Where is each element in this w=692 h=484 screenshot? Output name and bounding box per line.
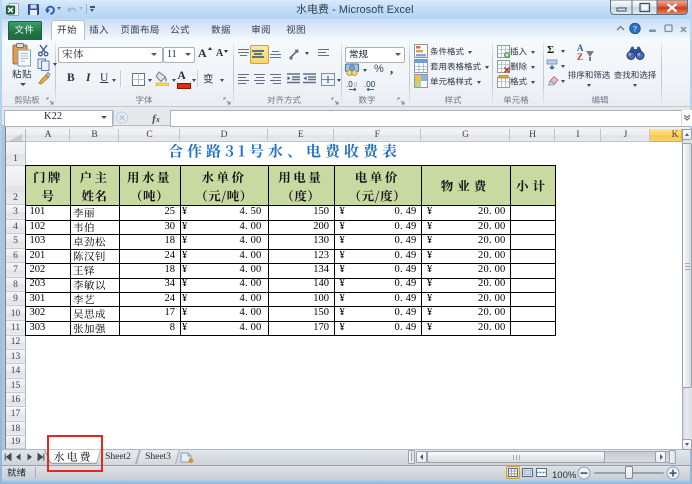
svg-text:fx: fx	[152, 113, 160, 124]
svg-text:?: ?	[633, 24, 637, 34]
svg-text:Z: Z	[577, 52, 583, 62]
svg-text:.00: .00	[364, 80, 376, 89]
svg-text:.0: .0	[346, 80, 353, 89]
